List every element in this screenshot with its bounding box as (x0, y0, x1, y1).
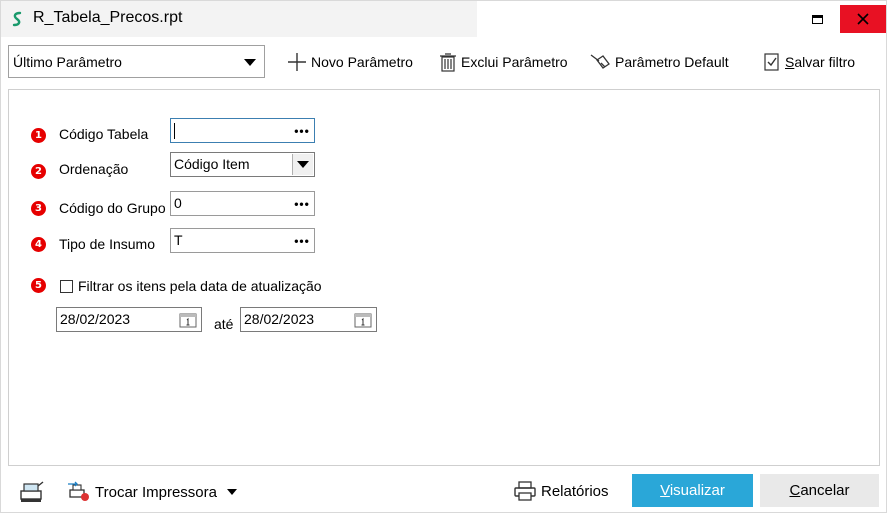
delete-parameter-label: Exclui Parâmetro (461, 54, 568, 70)
broom-icon (590, 54, 610, 69)
codigo-tabela-input[interactable]: ••• (170, 118, 315, 143)
reports-label: Relatórios (541, 482, 609, 500)
plus-icon (288, 53, 306, 71)
ordenacao-label: Ordenação (59, 161, 129, 177)
maximize-icon (811, 14, 823, 24)
codigo-grupo-lookup-button[interactable]: ••• (291, 193, 313, 214)
visualizar-button[interactable]: Visualizar (632, 474, 753, 507)
save-filter-label: Salvar filtro (785, 54, 856, 70)
step-badge-1: 1 (31, 128, 46, 143)
codigo-grupo-input[interactable]: 0 ••• (170, 191, 315, 216)
parameters-panel: 1 Código Tabela ••• 2 Ordenação Código I… (8, 89, 880, 466)
swap-printer-icon (68, 481, 89, 501)
delete-parameter-button[interactable]: Exclui Parâmetro (439, 51, 568, 73)
title-bar: R_Tabela_Precos.rpt (1, 1, 886, 37)
cancel-label: Cancelar (789, 482, 850, 499)
date-from-value: 28/02/2023 (60, 311, 131, 327)
save-check-icon (764, 53, 779, 71)
reports-button[interactable]: Relatórios (513, 480, 609, 502)
filter-date-checkbox[interactable] (60, 280, 73, 293)
calendar-icon (354, 313, 372, 327)
printer-settings-button[interactable] (19, 481, 45, 503)
new-parameter-label: Novo Parâmetro (311, 54, 413, 70)
chevron-down-icon (226, 489, 237, 495)
tipo-insumo-input[interactable]: T ••• (170, 228, 315, 253)
codigo-grupo-label: Código do Grupo (59, 200, 166, 216)
app-logo-icon (12, 11, 22, 27)
visualizar-label: Visualizar (660, 482, 725, 499)
tipo-insumo-lookup-button[interactable]: ••• (291, 230, 313, 251)
default-parameter-button[interactable]: Parâmetro Default (589, 51, 729, 73)
close-icon (857, 13, 869, 25)
date-from-calendar-button[interactable] (176, 309, 200, 330)
date-to-input[interactable]: 28/02/2023 (240, 307, 377, 332)
date-from-input[interactable]: 28/02/2023 (56, 307, 202, 332)
new-parameter-button[interactable]: Novo Parâmetro (287, 51, 413, 73)
step-badge-4: 4 (31, 237, 46, 252)
save-filter-button[interactable]: Salvar filtro (763, 51, 855, 73)
chevron-down-icon (292, 154, 313, 175)
step-badge-3: 3 (31, 201, 46, 216)
step-badge-5: 5 (31, 278, 46, 293)
maximize-button[interactable] (794, 5, 840, 33)
codigo-grupo-value: 0 (174, 195, 182, 211)
tipo-insumo-label: Tipo de Insumo (59, 236, 155, 252)
date-to-value: 28/02/2023 (244, 311, 315, 327)
title-tab: R_Tabela_Precos.rpt (1, 1, 477, 37)
date-to-calendar-button[interactable] (351, 309, 375, 330)
calendar-icon (179, 313, 197, 327)
report-window: R_Tabela_Precos.rpt Último Parâmetro Nov… (0, 0, 887, 513)
tipo-insumo-value: T (174, 232, 183, 248)
text-caret (174, 123, 175, 139)
trash-icon (440, 53, 456, 72)
codigo-tabela-label: Código Tabela (59, 126, 149, 142)
chevron-down-icon (244, 59, 256, 66)
change-printer-label: Trocar Impressora (95, 483, 217, 501)
codigo-tabela-lookup-button[interactable]: ••• (291, 120, 313, 141)
printer-settings-icon (20, 481, 44, 502)
filter-date-label[interactable]: Filtrar os itens pela data de atualizaçã… (78, 278, 322, 294)
parameter-select[interactable]: Último Parâmetro (8, 45, 265, 78)
default-parameter-label: Parâmetro Default (615, 54, 729, 70)
window-title: R_Tabela_Precos.rpt (33, 9, 183, 26)
date-range-separator: até (214, 316, 234, 332)
bottom-action-bar: Trocar Impressora Relatórios Visualizar … (1, 471, 886, 511)
cancel-button[interactable]: Cancelar (760, 474, 879, 507)
change-printer-button[interactable]: Trocar Impressora (67, 481, 237, 503)
ordenacao-select[interactable]: Código Item (170, 152, 315, 177)
parameter-select-value: Último Parâmetro (13, 54, 122, 70)
ordenacao-value: Código Item (174, 156, 250, 172)
printer-icon (514, 481, 536, 501)
close-button[interactable] (840, 5, 886, 33)
parameter-toolbar: Último Parâmetro Novo Parâmetro Exclui P… (1, 41, 886, 83)
step-badge-2: 2 (31, 164, 46, 179)
